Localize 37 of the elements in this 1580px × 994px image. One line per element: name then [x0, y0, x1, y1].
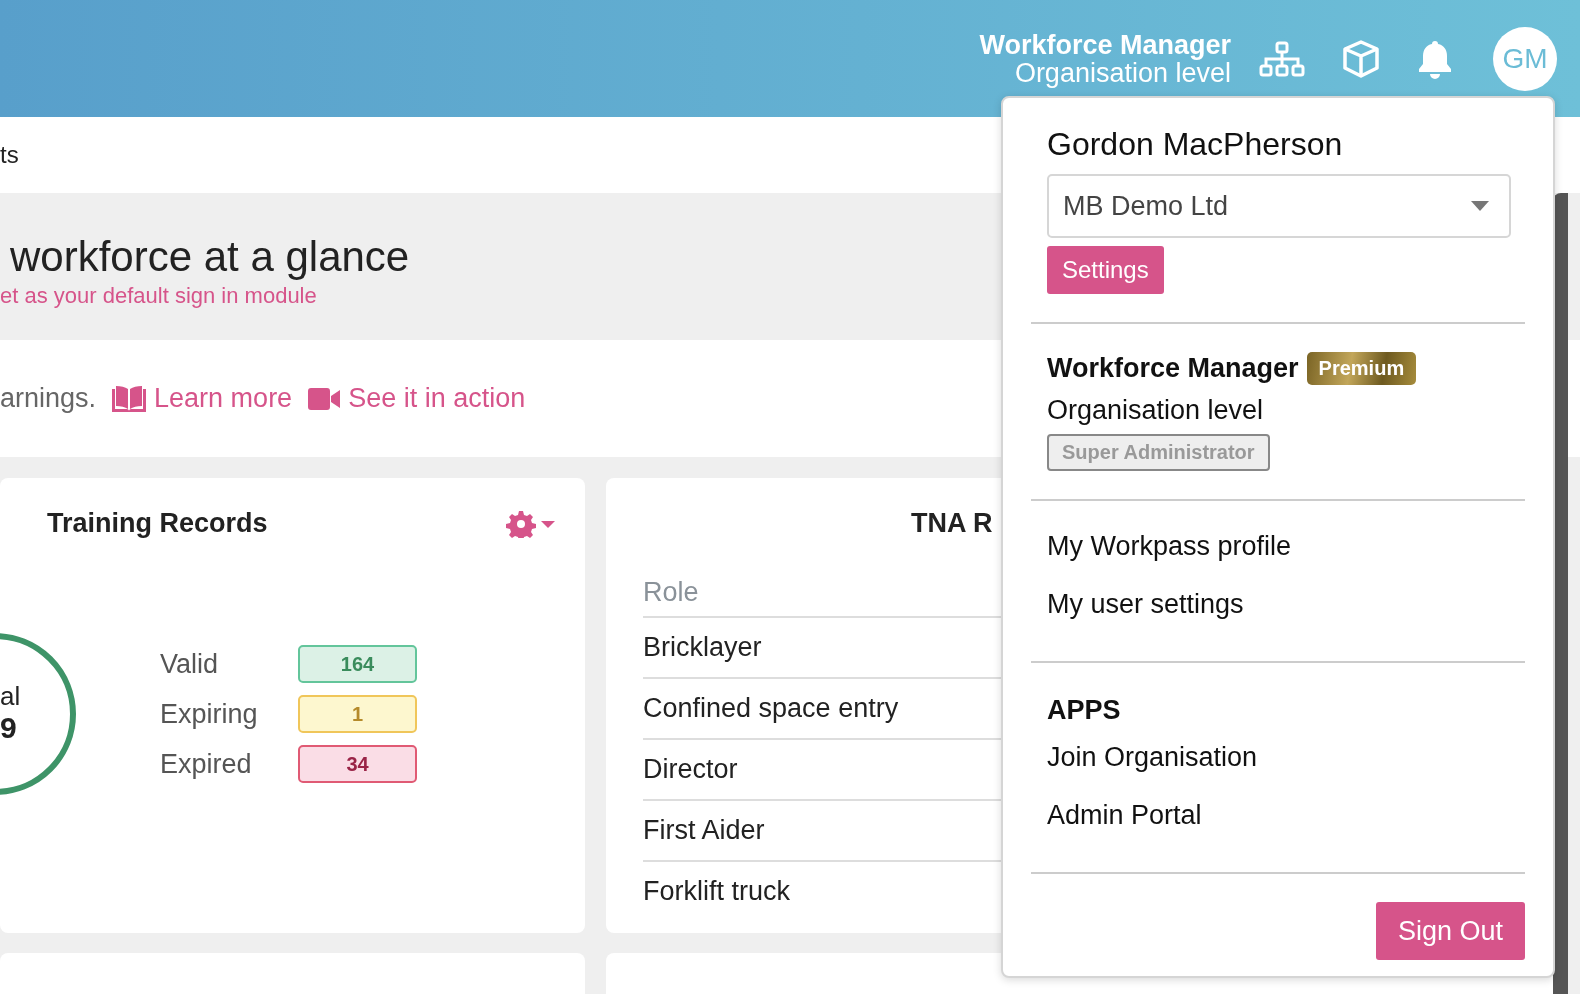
hierarchy-icon[interactable] — [1259, 40, 1305, 77]
video-camera-icon — [308, 387, 341, 410]
status-count: 164 — [298, 645, 417, 683]
select-value: MB Demo Ltd — [1063, 190, 1229, 222]
settings-icon[interactable] — [505, 509, 557, 538]
sign-out-button[interactable]: Sign Out — [1375, 902, 1525, 960]
status-count: 34 — [298, 745, 417, 783]
total-label: al — [0, 681, 21, 712]
default-module-link[interactable]: et as your default sign in module — [0, 282, 317, 308]
caret-icon — [1471, 201, 1489, 211]
bell-icon[interactable] — [1417, 38, 1453, 79]
role-badge: Super Administrator — [1047, 434, 1270, 471]
user-name: Gordon MacPherson — [1047, 125, 1344, 164]
app-title: Workforce Manager — [979, 30, 1231, 59]
product-name: Workforce Manager — [1047, 353, 1299, 384]
book-icon — [112, 385, 147, 412]
status-label: Valid — [160, 648, 220, 680]
apps-heading: APPS — [1047, 695, 1122, 726]
card-title: TNA R — [911, 508, 994, 539]
intro-text: arnings. — [0, 383, 97, 414]
menu-link[interactable]: My Workpass profile — [1047, 517, 1509, 575]
total-value: 9 — [0, 711, 17, 745]
status-label: Expired — [160, 748, 253, 780]
breadcrumb-text: ts — [0, 141, 19, 169]
cube-icon[interactable] — [1341, 38, 1381, 79]
card-title: Training Records — [47, 508, 268, 539]
page-heading: workforce at a glance — [10, 231, 410, 282]
settings-button[interactable]: Settings — [1047, 246, 1164, 294]
user-avatar[interactable]: GM — [1493, 26, 1557, 91]
help-link[interactable]: Learn more — [112, 383, 293, 414]
plan-badge: Premium — [1306, 352, 1417, 385]
organisation-level: Organisation level — [1047, 395, 1265, 426]
table-cell-text: Forklift truck — [643, 875, 791, 908]
organisation-select[interactable]: MB Demo Ltd — [1047, 174, 1511, 238]
status-count: 1 — [298, 695, 417, 733]
status-label: Expiring — [160, 698, 259, 730]
help-link[interactable]: See it in action — [308, 383, 526, 414]
